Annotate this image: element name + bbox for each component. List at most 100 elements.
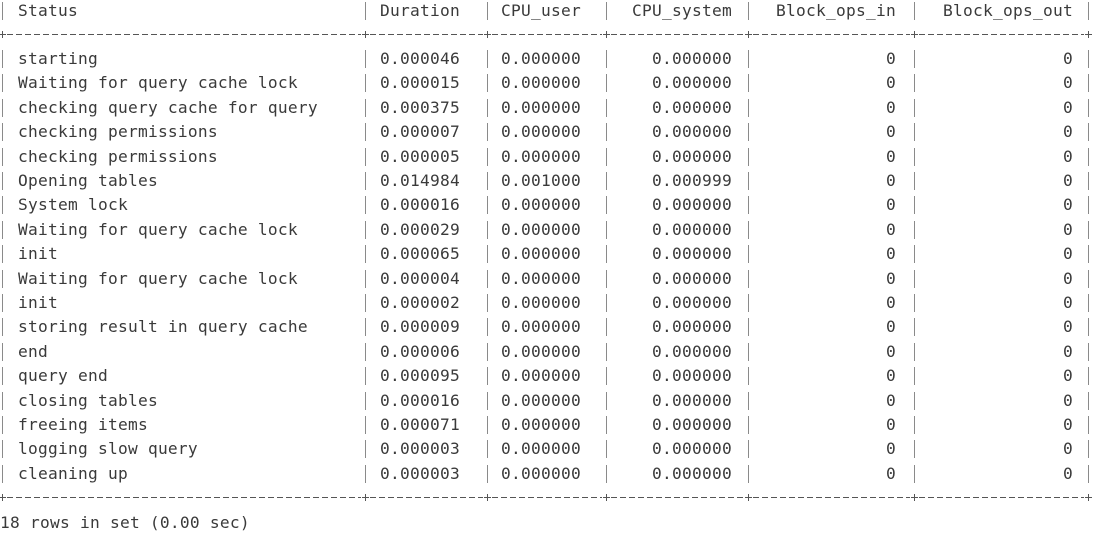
column-divider <box>1088 172 1089 190</box>
cell-cpu-user: 0.000000 <box>501 293 581 312</box>
column-divider <box>487 440 488 459</box>
column-divider <box>606 74 607 93</box>
cell-cpu-user: 0.000000 <box>501 268 581 288</box>
cell-cpu-system: 0.000000 <box>652 122 732 142</box>
column-divider <box>487 50 488 68</box>
table-row: checking query cache for query 0.000375 0.… <box>0 96 1097 120</box>
column-divider <box>1088 123 1089 142</box>
column-divider <box>365 342 366 361</box>
cell-block-ops-out: 0 <box>1063 195 1073 215</box>
column-divider <box>2 269 3 288</box>
column-divider <box>914 2 915 20</box>
column-divider <box>487 391 488 410</box>
cell-block-ops-in: 0 <box>886 268 896 288</box>
column-divider <box>487 464 488 483</box>
cell-cpu-system: 0.000000 <box>652 244 732 264</box>
table-rule <box>492 497 602 498</box>
table-rule <box>753 497 910 498</box>
column-divider <box>1088 440 1089 459</box>
cell-cpu-system: 0.000000 <box>652 97 732 117</box>
column-divider <box>914 98 915 117</box>
cell-status: cleaning up <box>18 463 128 483</box>
table-row: closing tables 0.000016 0.000000 0.000000 0 0 <box>0 389 1097 413</box>
cell-block-ops-in: 0 <box>886 463 896 483</box>
column-divider <box>1088 74 1089 93</box>
column-divider <box>365 464 366 483</box>
cell-duration: 0.000003 <box>380 439 460 459</box>
column-divider <box>748 318 749 337</box>
column-divider <box>606 416 607 434</box>
column-divider <box>487 220 488 239</box>
table-corner <box>745 31 752 38</box>
column-divider <box>1088 318 1089 337</box>
cell-block-ops-in: 0 <box>886 293 896 312</box>
column-divider <box>1088 391 1089 410</box>
column-divider <box>914 74 915 93</box>
column-divider <box>606 342 607 361</box>
column-divider <box>487 245 488 264</box>
column-divider <box>914 294 915 312</box>
cell-block-ops-in: 0 <box>886 195 896 215</box>
column-divider <box>365 50 366 68</box>
column-divider <box>365 147 366 166</box>
column-divider <box>1088 245 1089 264</box>
column-divider <box>748 50 749 68</box>
terminal-output: Status Duration CPU_user CPU_system Block_op… <box>0 0 1097 533</box>
table-corner <box>484 494 491 501</box>
cell-block-ops-out: 0 <box>1063 219 1073 239</box>
column-divider <box>914 123 915 142</box>
cell-block-ops-out: 0 <box>1063 268 1073 288</box>
cell-cpu-user: 0.000000 <box>501 390 581 410</box>
table-row: end 0.000006 0.000000 0.000000 0 0 <box>0 340 1097 364</box>
table-row: System lock 0.000016 0.000000 0.000000 0 0 <box>0 193 1097 217</box>
column-divider <box>748 416 749 434</box>
column-divider <box>748 172 749 190</box>
cell-cpu-system: 0.000000 <box>652 317 732 337</box>
cell-block-ops-out: 0 <box>1063 146 1073 166</box>
cell-duration: 0.000046 <box>380 49 460 68</box>
cell-duration: 0.000375 <box>380 97 460 117</box>
column-divider <box>914 391 915 410</box>
column-divider <box>1088 367 1089 386</box>
cell-block-ops-in: 0 <box>886 317 896 337</box>
column-divider <box>2 318 3 337</box>
column-divider <box>365 269 366 288</box>
column-divider <box>748 74 749 93</box>
cell-status: checking query cache for query <box>18 97 318 117</box>
cell-cpu-user: 0.000000 <box>501 195 581 215</box>
cell-block-ops-out: 0 <box>1063 463 1073 483</box>
column-divider <box>487 123 488 142</box>
cell-block-ops-out: 0 <box>1063 390 1073 410</box>
column-divider <box>748 367 749 386</box>
column-divider <box>2 220 3 239</box>
column-divider <box>914 220 915 239</box>
header-cpu-user: CPU_user <box>501 1 581 20</box>
result-summary: 18 rows in set (0.00 sec) <box>0 513 250 532</box>
cell-cpu-system: 0.000000 <box>652 195 732 215</box>
cell-cpu-system: 0.000000 <box>652 73 732 93</box>
column-divider <box>914 172 915 190</box>
table-row: cleaning up 0.000003 0.000000 0.000000 0 0 <box>0 462 1097 486</box>
table-corner <box>1085 31 1092 38</box>
column-divider <box>1088 464 1089 483</box>
column-divider <box>365 2 366 20</box>
cell-cpu-user: 0.000000 <box>501 463 581 483</box>
cell-status: Waiting for query cache lock <box>18 268 298 288</box>
cell-cpu-system: 0.000000 <box>652 415 732 434</box>
cell-block-ops-in: 0 <box>886 390 896 410</box>
cell-block-ops-out: 0 <box>1063 415 1073 434</box>
column-divider <box>606 318 607 337</box>
column-divider <box>365 294 366 312</box>
cell-status: checking permissions <box>18 146 218 166</box>
column-divider <box>487 2 488 20</box>
column-divider <box>487 196 488 215</box>
cell-block-ops-in: 0 <box>886 122 896 142</box>
column-divider <box>2 2 3 20</box>
cell-block-ops-out: 0 <box>1063 122 1073 142</box>
cell-duration: 0.000009 <box>380 317 460 337</box>
cell-cpu-user: 0.000000 <box>501 415 581 434</box>
table-corner <box>911 31 918 38</box>
column-divider <box>487 269 488 288</box>
cell-cpu-system: 0.000000 <box>652 268 732 288</box>
column-divider <box>487 147 488 166</box>
